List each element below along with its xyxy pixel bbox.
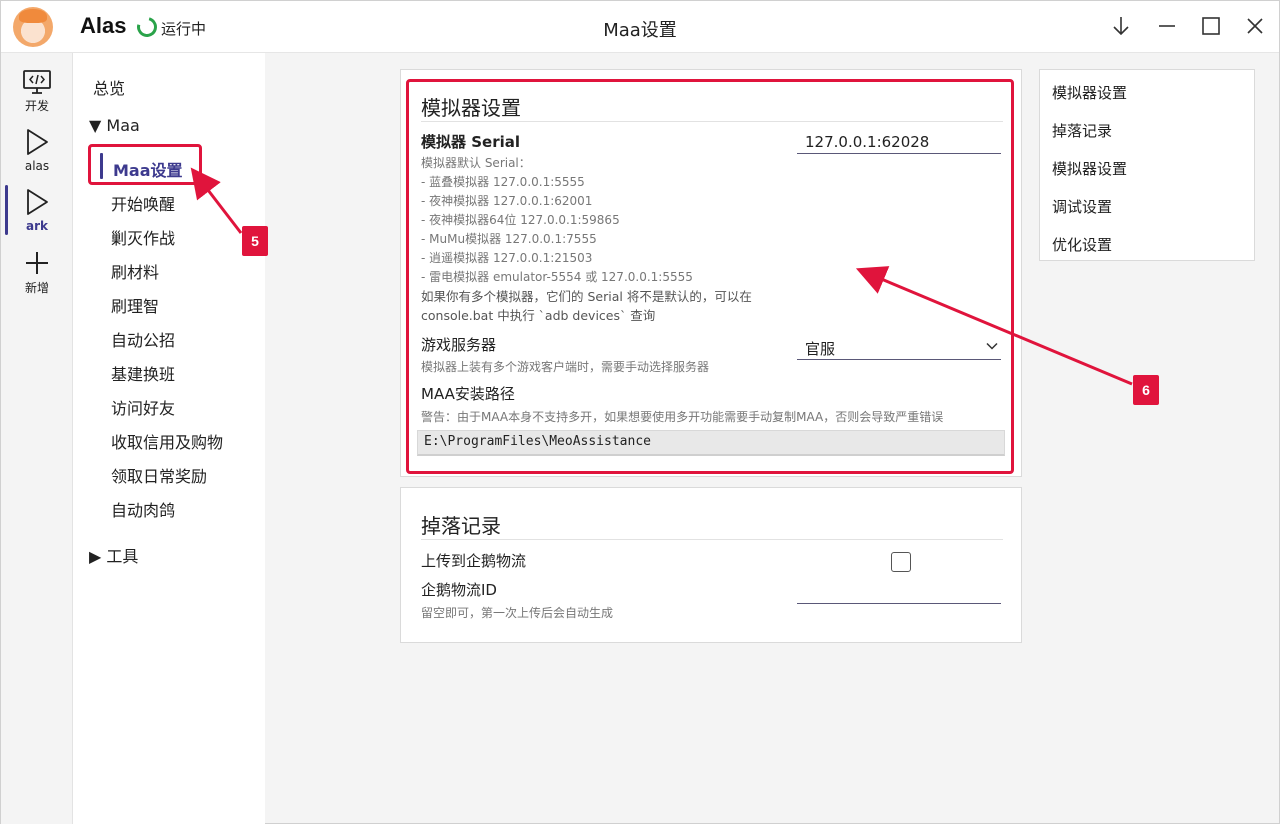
plus-icon — [26, 252, 48, 274]
nav-group-maa[interactable]: ▼ Maa — [89, 116, 140, 135]
rail-label-dev: 开发 — [24, 99, 49, 113]
divider — [421, 539, 1003, 540]
caret-right-icon: ▶ — [89, 547, 102, 566]
play-icon — [27, 129, 48, 155]
nav-group-label: 工具 — [106, 547, 139, 566]
toc-item[interactable]: 优化设置 — [1052, 234, 1112, 255]
nav-group-tools[interactable]: ▶ 工具 — [89, 543, 138, 567]
nav-item-credit-shop[interactable]: 收取信用及购物 — [111, 429, 223, 453]
server-select[interactable]: 官服 — [797, 336, 1001, 360]
help-note: console.bat 中执行 `adb devices` 查询 — [421, 308, 656, 323]
window-title: Maa设置 — [603, 20, 677, 41]
download-icon[interactable] — [1108, 13, 1134, 39]
code-monitor-icon — [23, 70, 51, 94]
help-line: - 雷电模拟器 emulator-5554 或 127.0.0.1:5555 — [421, 270, 693, 284]
nav-item-annihilation[interactable]: 剿灭作战 — [111, 225, 175, 249]
rail-item-add[interactable]: 新增 — [1, 249, 73, 296]
toc-item[interactable]: 调试设置 — [1052, 196, 1112, 217]
path-label: MAA安装路径 — [421, 385, 515, 403]
card-title: 模拟器设置 — [421, 96, 521, 120]
penguin-id-input[interactable] — [797, 580, 1001, 604]
help-note: 如果你有多个模拟器，它们的 Serial 将不是默认的，可以在 — [421, 289, 752, 304]
server-label: 游戏服务器 — [421, 336, 497, 354]
nav-item-farm-materials[interactable]: 刷材料 — [111, 259, 159, 283]
path-help: 警告：由于MAA本身不支持多开，如果想要使用多开功能需要手动复制MAA，否则会导… — [421, 410, 944, 424]
help-line: - MuMu模拟器 127.0.0.1:7555 — [421, 232, 597, 246]
rail-item-alas[interactable]: alas — [1, 127, 73, 173]
serial-input[interactable] — [797, 130, 1001, 154]
drop-record-card: 掉落记录 上传到企鹅物流 企鹅物流ID 留空即可，第一次上传后会自动生成 — [400, 487, 1022, 643]
nav-item-daily-rewards[interactable]: 领取日常奖励 — [111, 463, 207, 487]
nav-item-start-wake[interactable]: 开始唤醒 — [111, 191, 175, 215]
help-line: - 夜神模拟器64位 127.0.0.1:59865 — [421, 213, 620, 227]
step-badge-6: 6 — [1133, 375, 1159, 405]
upload-label: 上传到企鹅物流 — [421, 552, 527, 570]
nav-item-overview[interactable]: 总览 — [93, 75, 125, 99]
nav-item-visit-friends[interactable]: 访问好友 — [111, 395, 175, 419]
nav-item-base-shift[interactable]: 基建换班 — [111, 361, 175, 385]
rail-label-alas: alas — [24, 159, 50, 173]
chevron-down-icon — [986, 342, 998, 350]
penguin-id-help: 留空即可，第一次上传后会自动生成 — [421, 606, 614, 620]
divider — [421, 121, 1003, 122]
nav-group-label: Maa — [106, 116, 140, 135]
rail-label-ark: ark — [26, 219, 48, 233]
minimize-icon[interactable] — [1154, 13, 1180, 39]
title-bar: Alas 运行中 Maa设置 — [1, 1, 1279, 53]
nav-item-farm-sanity[interactable]: 刷理智 — [111, 293, 159, 317]
nav-item-recruit[interactable]: 自动公招 — [111, 327, 175, 351]
left-rail: 开发 alas ark 新增 — [1, 53, 73, 824]
serial-help: 模拟器默认 Serial： - 蓝叠模拟器 127.0.0.1:5555 - 夜… — [421, 154, 752, 325]
help-line: 模拟器默认 Serial： — [421, 156, 531, 170]
help-line: - 蓝叠模拟器 127.0.0.1:5555 — [421, 175, 585, 189]
toc-item[interactable]: 掉落记录 — [1052, 120, 1112, 141]
penguin-id-label: 企鹅物流ID — [421, 581, 497, 599]
rail-label-add: 新增 — [24, 281, 49, 295]
table-of-contents: 模拟器设置 掉落记录 模拟器设置 调试设置 优化设置 — [1039, 69, 1255, 261]
maa-path-input[interactable]: E:\ProgramFiles\MeoAssistance — [417, 430, 1005, 456]
toc-item[interactable]: 模拟器设置 — [1052, 82, 1127, 103]
emulator-settings-card: 模拟器设置 模拟器 Serial 模拟器默认 Serial： - 蓝叠模拟器 1… — [400, 69, 1022, 477]
play-icon — [27, 189, 48, 215]
nav-item-maa-settings[interactable]: Maa设置 — [113, 157, 183, 181]
upload-checkbox[interactable] — [891, 552, 911, 572]
rail-item-ark[interactable]: ark — [1, 187, 73, 233]
help-line: - 逍遥模拟器 127.0.0.1:21503 — [421, 251, 593, 265]
close-icon[interactable] — [1242, 13, 1268, 39]
serial-label: 模拟器 Serial — [421, 133, 521, 151]
step-badge-5: 5 — [242, 226, 268, 256]
card-title: 掉落记录 — [421, 514, 501, 538]
help-line: - 夜神模拟器 127.0.0.1:62001 — [421, 194, 593, 208]
caret-down-icon: ▼ — [89, 116, 102, 135]
rail-item-dev[interactable]: 开发 — [1, 69, 73, 114]
nav-menu: 总览 ▼ Maa Maa设置 开始唤醒 剿灭作战 刷材料 刷理智 自动公招 基建… — [73, 53, 265, 824]
toc-item[interactable]: 模拟器设置 — [1052, 158, 1127, 179]
maximize-icon[interactable] — [1198, 13, 1224, 39]
nav-active-indicator — [100, 153, 103, 179]
server-help: 模拟器上装有多个游戏客户端时，需要手动选择服务器 — [421, 360, 710, 374]
server-select-value: 官服 — [805, 340, 836, 358]
nav-item-roguelike[interactable]: 自动肉鸽 — [111, 497, 175, 521]
